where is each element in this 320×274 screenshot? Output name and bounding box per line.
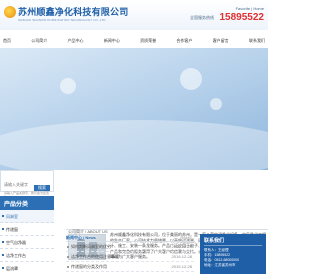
hotline-label: 全国服务热线 — [190, 15, 214, 20]
banner-drop-graphic — [180, 68, 202, 90]
left-column: 请输入产品关键字，我们会为您查询 搜索 产品分类 PRODUCTS 风淋室 传递… — [0, 170, 54, 274]
news-item-date: 2019-12-28 — [171, 244, 192, 249]
category-item[interactable]: 传递窗 — [0, 223, 54, 236]
nav-item-home[interactable]: 首页 — [3, 36, 11, 46]
nav-item-contact[interactable]: 联系我们 — [249, 36, 265, 46]
category-title-en: PRODUCTS — [4, 201, 21, 205]
nav-item-honors[interactable]: 资质荣誉 — [140, 36, 156, 46]
company-name[interactable]: 苏州顺鑫净化科技有限公司 — [18, 5, 128, 18]
nav-item-news[interactable]: 新闻中心 — [104, 36, 120, 46]
contact-box: 联系我们 联系人：王经理 手机：15895522 电话：0512-6800000… — [200, 234, 266, 274]
top-links[interactable]: Favorite | Home — [236, 6, 264, 11]
news-item-title[interactable]: 如何判断风淋室的优劣 — [71, 244, 111, 249]
about-heading: 公司简介 / ABOUT US — [66, 220, 268, 234]
banner-drop-graphic — [60, 78, 76, 94]
hotline-number: 15895522 — [219, 12, 265, 23]
nav-item-about[interactable]: 公司简介 — [31, 36, 47, 46]
category-title: 产品分类 PRODUCTS — [0, 196, 54, 210]
contact-line: 地址：江苏省苏州市 — [204, 263, 236, 267]
search-box: 请输入产品关键字，我们会为您查询 搜索 — [0, 170, 54, 199]
news-item[interactable]: 如何判断风淋室的优劣 2019-12-28 — [66, 242, 194, 252]
logo-icon[interactable] — [4, 6, 16, 18]
news-item-date: 2019-12-28 — [171, 264, 192, 269]
nav-item-products[interactable]: 产品中心 — [68, 36, 84, 46]
news-item-date: 2019-12-28 — [171, 254, 192, 259]
search-button[interactable]: 搜索 — [34, 185, 50, 191]
news-item[interactable]: 洁净工作台的使用注意事项 2019-12-28 — [66, 252, 194, 262]
news-heading-text: 新闻中心 / News — [66, 235, 96, 240]
category-item[interactable]: 洁净工作台 — [0, 249, 54, 262]
news-item[interactable]: 传递窗的分类及作用 2019-12-28 — [66, 262, 194, 272]
news-item-title[interactable]: 洁净工作台的使用注意事项 — [71, 254, 119, 259]
news-heading: 新闻中心 / News more+ — [66, 234, 194, 242]
banner-water-graphic — [0, 120, 268, 170]
hero-banner[interactable] — [0, 48, 268, 170]
main-nav: 首页 公司简介 产品中心 新闻中心 资质荣誉 合作客户 客户留言 联系我们 — [0, 36, 268, 46]
page: 苏州顺鑫净化科技有限公司 SUZHOU SHUNXIN PURIFICATION… — [0, 0, 268, 274]
nav-item-message[interactable]: 客户留言 — [213, 36, 229, 46]
category-list: 风淋室 传递窗 空气自净器 洁净工作台 层流罩 — [0, 210, 54, 274]
news-section: 新闻中心 / News more+ 如何判断风淋室的优劣 2019-12-28 … — [66, 234, 194, 274]
category-item[interactable]: 空气自净器 — [0, 236, 54, 249]
news-more-link[interactable]: more+ — [181, 234, 192, 242]
category-item[interactable]: 风淋室 — [0, 210, 54, 223]
contact-title: 联系我们 — [204, 238, 262, 246]
news-item-title[interactable]: 传递窗的分类及作用 — [71, 264, 107, 269]
category-item[interactable]: 层流罩 — [0, 262, 54, 274]
company-name-en: SUZHOU SHUNXIN PURIFICATION TECHNOLOGY C… — [18, 18, 106, 22]
header: 苏州顺鑫净化科技有限公司 SUZHOU SHUNXIN PURIFICATION… — [0, 0, 268, 30]
banner-drop-graphic — [210, 98, 222, 110]
nav-item-clients[interactable]: 合作客户 — [176, 36, 192, 46]
